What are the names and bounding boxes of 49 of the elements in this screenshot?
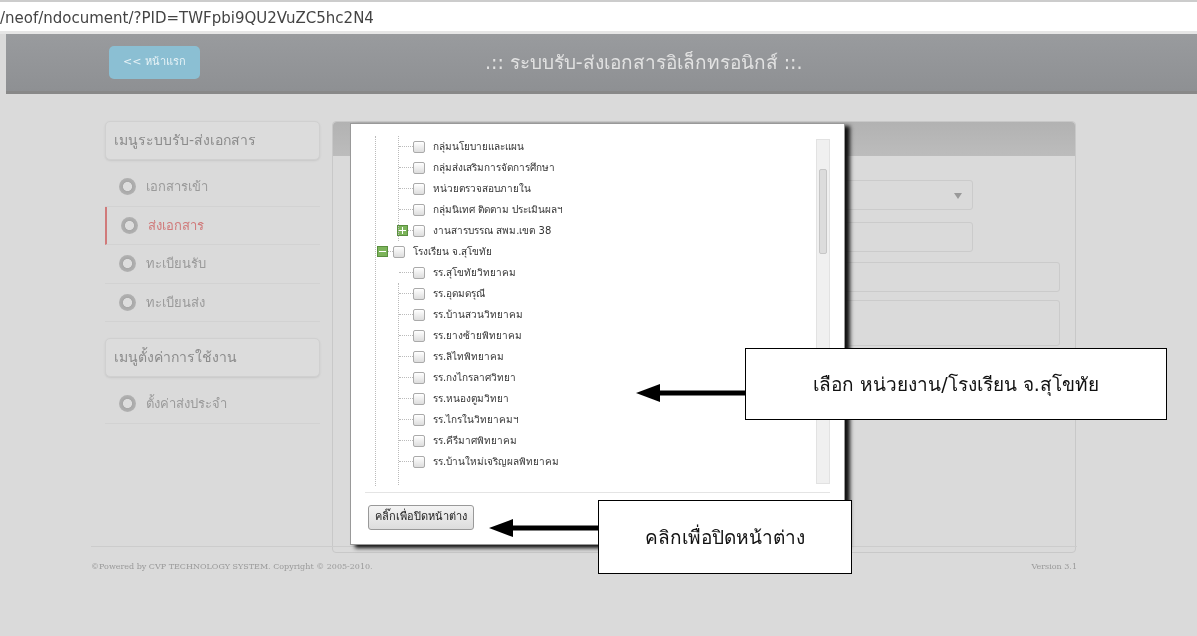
checkbox[interactable] xyxy=(413,287,425,300)
tree-item[interactable]: รร.ลิไทพิทยาคม xyxy=(433,349,505,364)
checkbox[interactable] xyxy=(413,266,425,279)
checkbox[interactable] xyxy=(413,308,425,321)
menu-heading: เมนูตั้งค่าการใช้งาน xyxy=(105,338,320,377)
bullet-icon xyxy=(119,395,136,413)
bullet-icon xyxy=(119,178,136,196)
copyright-text: ©Powered by CVP TECHNOLOGY SYSTEM. Copyright © 2005-2010. xyxy=(91,561,373,573)
checkbox[interactable] xyxy=(413,224,425,237)
dropdown-icon xyxy=(954,193,962,199)
bullet-icon xyxy=(121,216,138,234)
checkbox[interactable] xyxy=(413,329,425,342)
tree-item[interactable]: รร.ไกรในวิทยาคมฯ xyxy=(433,412,520,427)
tree-item[interactable]: งานสารบรรณ สพม.เขต 38 xyxy=(433,223,552,238)
tree-item[interactable]: รร.สุโขทัยวิทยาคม xyxy=(433,265,517,280)
tree-item[interactable]: กลุ่มนโยบายและแผน xyxy=(433,139,524,154)
version-text: Version 3.1 xyxy=(1031,561,1077,573)
checkbox[interactable] xyxy=(413,434,425,447)
callout-text: เลือก หน่วยงาน/โรงเรียน จ.สุโขทัย xyxy=(813,371,1099,398)
checkbox[interactable] xyxy=(413,182,425,195)
checkbox[interactable] xyxy=(413,140,425,153)
bullet-icon xyxy=(119,255,136,273)
tree-item[interactable]: หน่วยตรวจสอบภายใน xyxy=(433,181,531,196)
collapse-icon[interactable] xyxy=(377,246,388,257)
expand-icon[interactable] xyxy=(397,225,408,236)
checkbox[interactable] xyxy=(393,245,405,258)
callout-text: คลิกเพื่อปิดหน้าต่าง xyxy=(645,523,805,550)
tree-item[interactable]: รร.บ้านใหม่เจริญผลพิทยาคม xyxy=(433,454,560,469)
checkbox[interactable] xyxy=(413,350,425,363)
tree-item[interactable]: รร.บ้านสวนวิทยาคม xyxy=(433,307,524,322)
checkbox[interactable] xyxy=(413,203,425,216)
tree-item[interactable]: โรงเรียน จ.สุโขทัย xyxy=(413,244,493,259)
tree-item[interactable]: รร.คีรีมาศพิทยาคม xyxy=(433,433,518,448)
checkbox[interactable] xyxy=(413,455,425,468)
close-button[interactable]: คลิ๊กเพื่อปิดหน้าต่าง xyxy=(368,505,474,530)
menu-heading: เมนูระบบรับ-ส่งเอกสาร xyxy=(105,121,320,160)
tree-item[interactable]: รร.หนองตูมวิทยา xyxy=(433,391,510,406)
tree-item[interactable]: กลุ่มนิเทศ ติดตาม ประเมินผลฯ xyxy=(433,202,564,217)
tree-item[interactable]: กลุ่มส่งเสริมการจัดการศึกษา xyxy=(433,160,555,175)
tree-item[interactable]: รร.อุดมดรุณี xyxy=(433,286,486,301)
page-title: .:: ระบบรับ-ส่งเอกสารอิเล็กทรอนิกส์ ::. xyxy=(484,50,803,76)
bullet-icon xyxy=(119,293,136,311)
checkbox[interactable] xyxy=(413,371,425,384)
address-url[interactable]: /neof/ndocument/?PID=TWFpbi9QU2VuZC5hc2N4 xyxy=(0,9,374,27)
tree-item[interactable]: รร.ยางซ้ายพิทยาคม xyxy=(433,328,523,343)
checkbox[interactable] xyxy=(413,161,425,174)
tree-item[interactable]: รร.กงไกรลาศวิทยา xyxy=(433,370,517,385)
checkbox[interactable] xyxy=(413,392,425,405)
checkbox[interactable] xyxy=(413,413,425,426)
